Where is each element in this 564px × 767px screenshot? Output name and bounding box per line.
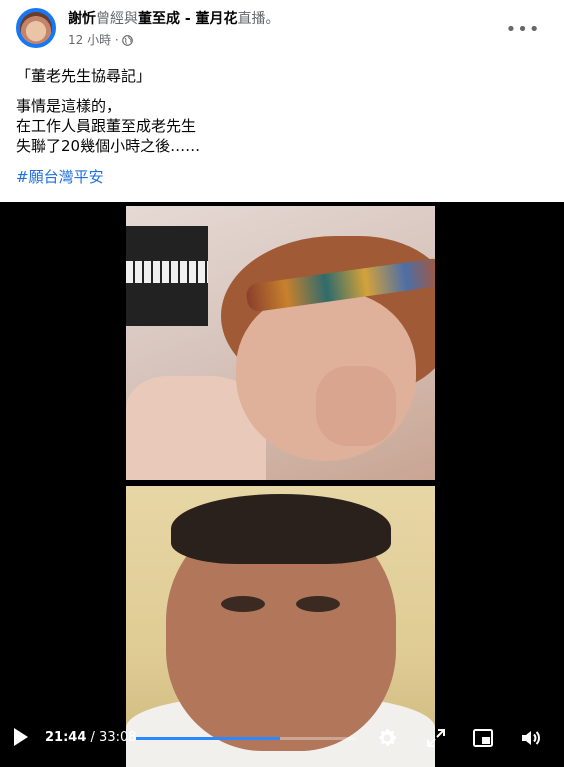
piano-shape <box>126 226 208 326</box>
progress-bar[interactable] <box>136 737 356 740</box>
volume-icon[interactable] <box>519 726 543 750</box>
post-header: 謝忻曾經與董至成 - 董月花直播。 12 小時 · ••• <box>0 0 564 62</box>
hair-shape <box>171 494 391 564</box>
avatar-image <box>20 12 52 44</box>
tagged-page-name[interactable]: 董至成 - 董月花 <box>138 11 238 27</box>
current-time: 21:44 <box>45 730 87 745</box>
post-text-line-4: 失聯了20幾個小時之後…… <box>16 137 201 155</box>
progress-fill <box>136 737 281 740</box>
play-icon[interactable] <box>14 728 28 746</box>
action-text: 直播。 <box>237 11 280 27</box>
post-text-line-3: 在工作人員跟董至成老先生 <box>16 117 197 135</box>
time-separator: / <box>86 730 100 745</box>
video-controls-bar: 21:44 / 33:08 <box>0 712 564 767</box>
video-time: 21:44 / 33:08 <box>45 730 137 746</box>
hand-shape <box>316 366 396 446</box>
settings-icon[interactable] <box>375 726 399 750</box>
meta-separator: · <box>114 33 119 47</box>
post-card: 謝忻曾經與董至成 - 董月花直播。 12 小時 · ••• 「董老先生協尋記」 … <box>0 0 564 767</box>
globe-icon[interactable] <box>121 34 133 46</box>
eye-shape <box>296 596 340 612</box>
post-text-line-1: 「董老先生協尋記」 <box>16 67 152 85</box>
piano-keys <box>126 261 208 283</box>
duration: 33:08 <box>99 730 137 745</box>
video-feed-top <box>126 206 435 480</box>
post-timestamp[interactable]: 12 小時 <box>68 32 111 48</box>
post-meta: 12 小時 · <box>68 32 133 48</box>
hashtag-link[interactable]: #願台灣平安 <box>16 167 104 187</box>
eye-shape <box>221 596 265 612</box>
picture-in-picture-icon[interactable] <box>471 726 495 750</box>
post-title-line: 謝忻曾經與董至成 - 董月花直播。 <box>68 10 280 28</box>
avatar[interactable] <box>16 8 56 48</box>
post-text-line-2: 事情是這樣的， <box>16 97 122 115</box>
connector-text: 曾經與 <box>96 11 138 27</box>
video-frame-image <box>126 206 435 480</box>
fullscreen-icon[interactable] <box>424 726 448 750</box>
more-options-icon[interactable]: ••• <box>506 14 540 44</box>
author-name[interactable]: 謝忻 <box>68 11 96 27</box>
